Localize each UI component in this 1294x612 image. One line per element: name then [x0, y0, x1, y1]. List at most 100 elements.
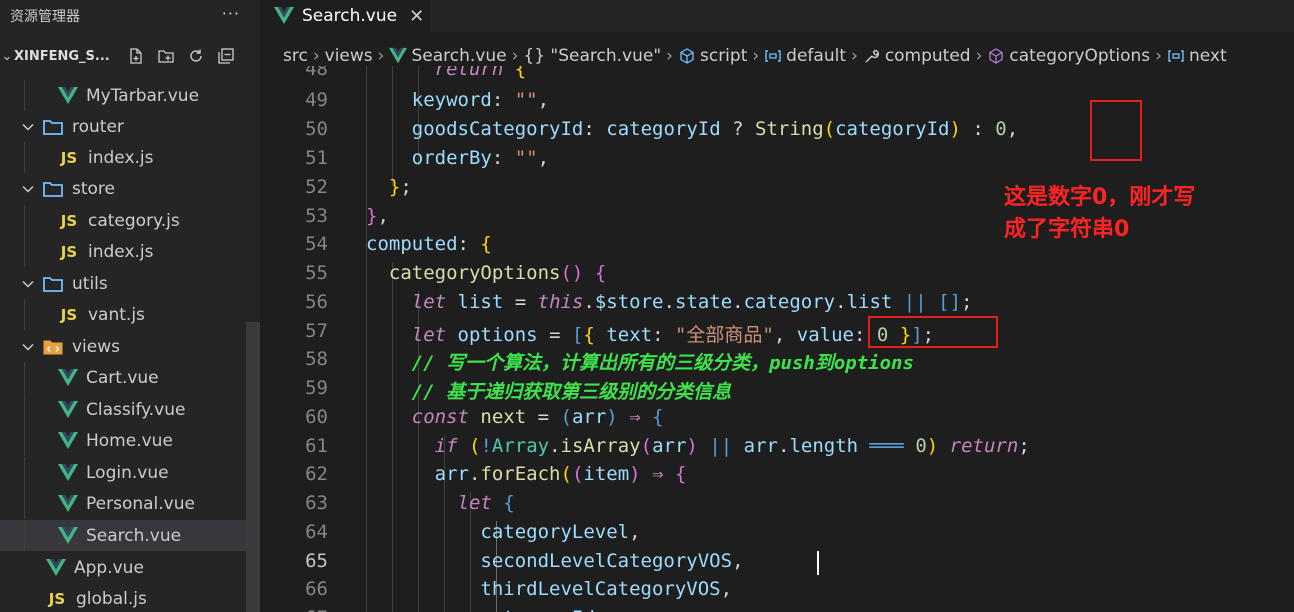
cube-icon — [678, 47, 696, 65]
code-line-53: }, — [366, 205, 389, 227]
breadcrumb-default[interactable]: default — [786, 46, 846, 66]
line-number: 48 — [305, 66, 328, 80]
tree-item-global-js[interactable]: JS global.js — [0, 583, 260, 612]
code-line-51: orderBy: "", — [411, 147, 550, 169]
js-file-icon: JS — [60, 242, 78, 261]
close-icon[interactable]: ✕ — [409, 6, 424, 27]
tree-item-classify-vue[interactable]: Classify.vue — [0, 394, 260, 425]
tree-item-app-vue[interactable]: App.vue — [0, 552, 260, 583]
line-number: 58 — [305, 348, 328, 370]
sidebar-scrollbar[interactable] — [246, 322, 260, 612]
chevron-down-icon — [20, 119, 36, 135]
chevron-right-icon: › — [1155, 46, 1162, 66]
vue-file-icon — [58, 400, 78, 419]
editor-tab-bar: Search.vue ✕ — [260, 0, 1294, 32]
tree-item-category-js[interactable]: JS category.js — [0, 205, 260, 236]
code-comment: // 写一个算法，计算出所有的三级分类，push到options — [411, 352, 914, 374]
tree-item-home-vue[interactable]: Home.vue — [0, 425, 260, 456]
annotation-line-1: 这是数字0，刚才写 — [1004, 185, 1196, 210]
highlight-box-value-zero — [868, 316, 998, 348]
breadcrumb-src[interactable]: src — [283, 46, 308, 66]
chevron-down-icon[interactable]: ⌄ — [0, 49, 14, 64]
breadcrumb-file[interactable]: Search.vue — [411, 46, 506, 66]
line-number: 61 — [305, 435, 328, 457]
tree-item-personal-vue[interactable]: Personal.vue — [0, 488, 260, 519]
variable-icon — [1167, 47, 1185, 65]
code-line-52: }; — [388, 176, 412, 198]
workspace-name: XINFENG_S... — [14, 48, 110, 64]
variable-icon — [764, 47, 782, 65]
tree-item-router-index[interactable]: JS index.js — [0, 142, 260, 173]
breadcrumb-object[interactable]: {} "Search.vue" — [523, 46, 661, 66]
line-number: 67 — [260, 607, 328, 612]
vue-file-icon — [58, 86, 78, 105]
tree-item-mytarbar[interactable]: MyTarbar.vue — [0, 80, 260, 111]
tree-item-store-index[interactable]: JS index.js — [0, 236, 260, 267]
tree-item-label: category.js — [88, 210, 180, 231]
tree-item-search-vue[interactable]: Search.vue — [0, 520, 260, 551]
tree-item-label: Search.vue — [86, 525, 182, 546]
tree-item-cart-vue[interactable]: Cart.vue — [0, 362, 260, 393]
breadcrumb-script[interactable]: script — [700, 46, 747, 66]
line-number: 63 — [305, 492, 328, 514]
tree-item-utils[interactable]: utils — [0, 268, 260, 299]
chevron-right-icon: › — [377, 46, 385, 66]
method-cube-icon — [987, 47, 1005, 65]
line-number: 50 — [305, 118, 328, 140]
refresh-icon[interactable] — [186, 46, 206, 66]
code-line-57: let options = [{ text: "全部商品", value: 0 … — [411, 324, 935, 346]
vue-file-icon — [58, 526, 78, 545]
more-actions-icon[interactable]: ··· — [222, 4, 240, 23]
line-number: 55 — [305, 262, 328, 284]
tree-item-login-vue[interactable]: Login.vue — [0, 457, 260, 488]
folder-icon — [42, 118, 64, 136]
code-line-55: categoryOptions() { — [388, 262, 607, 284]
line-number: 62 — [305, 463, 328, 485]
chevron-right-icon: › — [975, 46, 983, 66]
js-file-icon: JS — [60, 211, 78, 230]
code-line-62: arr.forEach((item) ⇒ { — [434, 463, 687, 485]
line-number-current: 65 — [305, 550, 328, 572]
vue-file-icon — [58, 431, 78, 450]
code-line-48: return { — [434, 66, 527, 80]
tree-item-router[interactable]: router — [0, 111, 260, 142]
breadcrumb-views[interactable]: views — [325, 46, 373, 66]
code-line-65: secondLevelCategoryVOS, — [480, 550, 744, 572]
vue-file-icon — [389, 47, 408, 65]
tree-item-label: Home.vue — [86, 430, 173, 451]
vue-file-icon — [46, 558, 66, 577]
tree-item-label: Personal.vue — [86, 493, 195, 514]
line-number: 64 — [305, 521, 328, 543]
js-file-icon: JS — [60, 305, 78, 324]
line-number: 59 — [305, 377, 328, 399]
js-file-icon: JS — [60, 148, 78, 167]
line-number: 60 — [305, 406, 328, 428]
breadcrumb-categoryoptions[interactable]: categoryOptions — [1009, 46, 1150, 66]
tree-item-label: utils — [72, 273, 108, 294]
breadcrumb-next[interactable]: next — [1189, 46, 1227, 66]
chevron-down-icon — [20, 181, 36, 197]
tab-search-vue[interactable]: Search.vue ✕ — [260, 0, 430, 32]
chevron-right-icon: › — [511, 46, 519, 66]
all-goods-string: "全部商品" — [674, 324, 774, 346]
tree-item-label: Classify.vue — [86, 399, 186, 420]
code-line-49: keyword: "", — [411, 89, 550, 111]
new-file-icon[interactable] — [126, 46, 146, 66]
vue-file-icon — [274, 7, 294, 25]
new-folder-icon[interactable] — [156, 46, 176, 66]
code-editor[interactable]: 48 49 50 51 52 53 54 55 56 57 58 59 60 6… — [260, 66, 1294, 612]
workspace-root[interactable]: ⌄ XINFENG_S... — [0, 40, 260, 72]
collapse-all-icon[interactable] — [216, 46, 236, 66]
tree-item-vant-js[interactable]: JS vant.js — [0, 299, 260, 330]
code-line-59: // 基于递归获取第三级别的分类信息 — [366, 377, 731, 404]
tree-item-store[interactable]: store — [0, 173, 260, 204]
code-line-60: const next = (arr) ⇒ { — [411, 406, 664, 428]
code-line-67: categoryId, — [366, 607, 606, 612]
tree-item-label: App.vue — [74, 557, 144, 578]
chevron-right-icon: › — [666, 46, 673, 66]
breadcrumb-computed[interactable]: computed — [885, 46, 971, 66]
tree-item-views[interactable]: views — [0, 331, 260, 362]
line-number: 66 — [305, 578, 328, 600]
tree-item-label: global.js — [76, 588, 147, 609]
tree-item-label: Cart.vue — [86, 367, 159, 388]
